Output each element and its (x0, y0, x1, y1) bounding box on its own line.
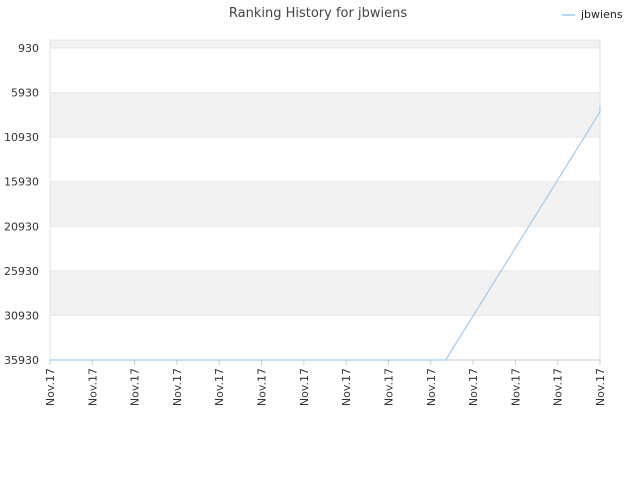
x-tick-label: Nov.17 (467, 368, 480, 406)
x-tick-label: Nov.17 (213, 368, 226, 406)
plot-band (50, 181, 600, 227)
y-tick-label: 930 (18, 42, 39, 55)
series-line (50, 105, 601, 361)
y-tick-label: 10930 (4, 131, 39, 144)
x-tick-label: Nov.17 (171, 368, 184, 406)
x-tick-label: Nov.17 (382, 368, 395, 406)
legend-label: jbwiens (580, 8, 623, 21)
x-tick-label: Nov.17 (552, 368, 565, 406)
x-tick-label: Nov.17 (44, 368, 57, 406)
plot-top-band (50, 40, 600, 48)
y-tick-label: 25930 (4, 265, 39, 278)
chart-canvas: Ranking History for jbwiens jbwiens 930 5… (4, 6, 623, 406)
x-tick-label: Nov.17 (340, 368, 353, 406)
y-tick-label: 35930 (4, 354, 39, 367)
plot-band (50, 270, 600, 316)
x-tick-label: Nov.17 (594, 368, 607, 406)
y-tick-label: 5930 (11, 87, 39, 100)
y-tick-label: 30930 (4, 309, 39, 322)
x-tick-label: Nov.17 (509, 368, 522, 406)
legend[interactable]: jbwiens (562, 8, 623, 21)
y-tick-label: 20930 (4, 220, 39, 233)
x-tick-label: Nov.17 (129, 368, 142, 406)
chart: Ranking History for jbwiens jbwiens 930 5… (0, 0, 640, 480)
x-tick-label: Nov.17 (298, 368, 311, 406)
plot-band (50, 92, 600, 138)
y-tick-label: 15930 (4, 176, 39, 189)
chart-title: Ranking History for jbwiens (229, 6, 407, 21)
x-tick-label: Nov.17 (86, 368, 99, 406)
x-tick-label: Nov.17 (256, 368, 269, 406)
x-tick-label: Nov.17 (425, 368, 438, 406)
